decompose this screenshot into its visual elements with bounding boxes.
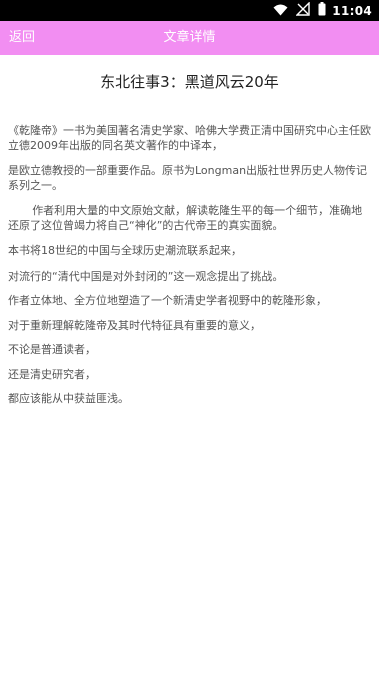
status-bar: 11:04	[0, 0, 379, 21]
app-bar: 返回 文章详情	[0, 21, 379, 55]
back-button[interactable]: 返回	[9, 21, 35, 55]
signal-no-sim-icon	[295, 1, 310, 20]
article-paragraph: 都应该能从中获益匪浅。	[8, 392, 129, 405]
article-paragraph: 作者利用大量的中文原始文献，解读乾隆生平的每一个细节，准确地还原了这位曾竭力将自…	[8, 204, 363, 232]
wifi-icon	[273, 1, 288, 20]
article-paragraph: 本书将18世纪的中国与全球历史潮流联系起来，	[8, 244, 242, 257]
article-paragraph: 对于重新理解乾隆帝及其时代特征具有重要的意义，	[8, 318, 261, 332]
article-body: 《乾隆帝》一书为美国著名清史学家、哈佛大学费正清中国研究中心主任欧立德2009年…	[8, 124, 371, 407]
article-paragraph: 是欧立德教授的一部重要作品。原书为Longman出版社世界历史人物传记系列之一。	[8, 164, 368, 192]
article-content: 东北往事3：黑道风云20年 《乾隆帝》一书为美国著名清史学家、哈佛大学费正清中国…	[0, 55, 379, 674]
article-paragraph: 对流行的“清代中国是对外封闭的”这一观念提出了挑战。	[8, 269, 284, 283]
article-paragraph: 还是清史研究者，	[8, 367, 96, 381]
status-time: 11:04	[332, 3, 372, 18]
article-paragraph: 《乾隆帝》一书为美国著名清史学家、哈佛大学费正清中国研究中心主任欧立德2009年…	[8, 124, 371, 152]
article-title: 东北往事3：黑道风云20年	[100, 73, 279, 91]
page-title: 文章详情	[163, 30, 216, 45]
article-paragraph: 不论是普通读者，	[8, 343, 96, 356]
status-icons: 11:04	[265, 1, 372, 20]
battery-icon	[318, 1, 326, 20]
article-paragraph: 作者立体地、全方位地塑造了一个新清史学者视野中的乾隆形象，	[8, 294, 327, 307]
